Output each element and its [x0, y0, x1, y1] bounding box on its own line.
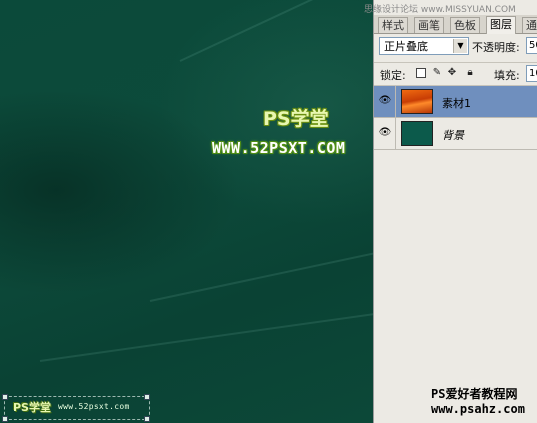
layers-panel: 思缘设计论坛 www.MISSYUAN.COM 样式 画笔 色板 图层 通 正片… [364, 0, 537, 423]
tab-brushes[interactable]: 画笔 [414, 17, 444, 33]
watermark-url: www.52psxt.com [58, 402, 130, 411]
layer-row[interactable]: 👁︎ 背景 [374, 118, 537, 150]
watermark-title: PS学堂 [13, 401, 51, 414]
light-streak [39, 312, 373, 362]
layer-name: 素材1 [442, 97, 471, 110]
fill-label: 填充: [494, 69, 520, 82]
tab-channels[interactable]: 通 [522, 17, 537, 33]
lock-transparent-icon[interactable] [416, 68, 426, 78]
transform-handle[interactable] [144, 394, 150, 400]
visibility-toggle[interactable]: 👁︎ [374, 86, 396, 118]
document-canvas[interactable]: PS学堂 WWW.52PSXT.COM PS学堂 www.52psxt.com [0, 0, 373, 423]
credit-title: PS爱好者教程网 [431, 387, 518, 401]
overlay-title: PS学堂 [263, 108, 329, 130]
overlay-url: WWW.52PSXT.COM [212, 139, 346, 157]
layer-name: 背景 [442, 129, 464, 142]
lock-label: 锁定: [380, 69, 406, 82]
opacity-label: 不透明度: [472, 41, 520, 54]
move-lock-icon[interactable]: ✥ [446, 67, 458, 79]
transform-handle[interactable] [2, 416, 8, 422]
layer-thumbnail [401, 89, 433, 114]
light-streak [179, 0, 362, 62]
blend-mode-value: 正片叠底 [384, 40, 428, 53]
fill-input[interactable]: 10 [526, 65, 537, 82]
tab-styles[interactable]: 样式 [378, 17, 408, 33]
panel-tabs: 样式 画笔 色板 图层 通 [374, 15, 537, 34]
lock-all-icon[interactable]: 🔒︎ [464, 67, 476, 79]
transform-handle[interactable] [144, 416, 150, 422]
lock-row: 锁定: ✎ ✥ 🔒︎ 填充: 10 [374, 62, 537, 86]
chevron-down-icon[interactable]: ▼ [453, 39, 467, 53]
brush-lock-icon[interactable]: ✎ [431, 67, 443, 79]
credit-url: www.psahz.com [431, 402, 525, 416]
eye-icon: 👁︎ [378, 127, 392, 138]
blend-mode-select[interactable]: 正片叠底 ▼ [379, 37, 469, 55]
layer-row[interactable]: 👁︎ 素材1 [374, 86, 537, 118]
transform-handle[interactable] [2, 394, 8, 400]
eye-icon: 👁︎ [378, 95, 392, 106]
layer-thumbnail [401, 121, 433, 146]
site-watermark: 思缘设计论坛 www.MISSYUAN.COM [364, 5, 516, 15]
opacity-input[interactable]: 50 [526, 37, 537, 54]
tab-layers[interactable]: 图层 [486, 16, 516, 34]
tab-swatches[interactable]: 色板 [450, 17, 480, 33]
visibility-toggle[interactable]: 👁︎ [374, 118, 396, 150]
light-streak [149, 245, 373, 302]
